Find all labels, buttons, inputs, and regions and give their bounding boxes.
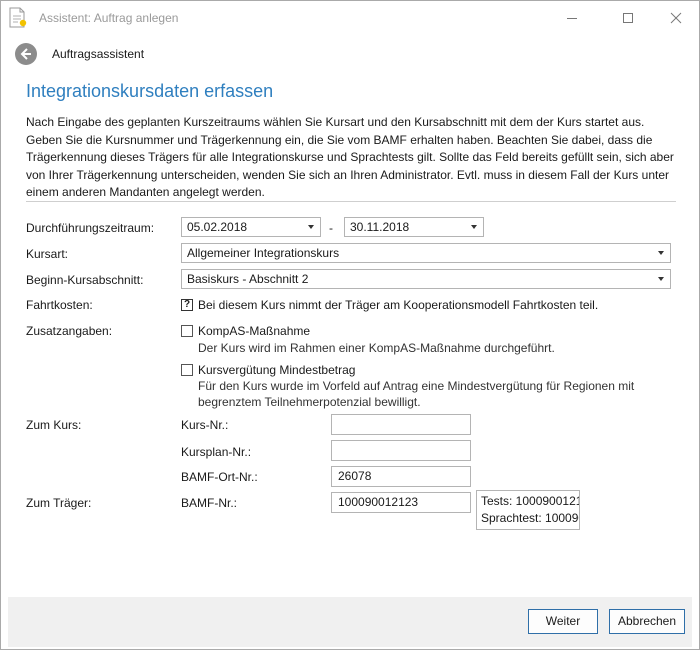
start-section-select[interactable]: Basiskurs - Abschnitt 2 bbox=[181, 269, 671, 289]
help-icon[interactable]: ? bbox=[181, 299, 193, 311]
language-test-id-text: Sprachtest: 100090012123 bbox=[481, 511, 579, 525]
period-to-value: 30.11.2018 bbox=[350, 220, 410, 234]
separator bbox=[26, 201, 676, 202]
bamf-no-label: BAMF-Nr.: bbox=[181, 496, 237, 510]
period-from-date-picker[interactable]: 05.02.2018 bbox=[181, 217, 321, 237]
title-bar: Assistent: Auftrag anlegen bbox=[1, 1, 699, 35]
chevron-down-icon bbox=[658, 251, 664, 255]
back-arrow-icon[interactable] bbox=[14, 42, 38, 66]
min-pay-description: Für den Kurs wurde im Vorfeld auf Antrag… bbox=[198, 379, 635, 409]
chevron-down-icon bbox=[471, 225, 477, 229]
period-to-date-picker[interactable]: 30.11.2018 bbox=[344, 217, 484, 237]
intro-text: Nach Eingabe des geplanten Kurszeitraums… bbox=[26, 115, 674, 199]
course-section-label: Zum Kurs: bbox=[26, 418, 82, 432]
start-section-label: Beginn-Kursabschnitt: bbox=[26, 273, 144, 287]
bamf-location-input[interactable]: 26078 bbox=[331, 466, 471, 487]
course-no-label: Kurs-Nr.: bbox=[181, 418, 229, 432]
min-pay-title: Kursvergütung Mindestbetrag bbox=[198, 363, 356, 377]
provider-section-label: Zum Träger: bbox=[26, 496, 92, 510]
period-label: Durchführungszeitraum: bbox=[26, 221, 155, 235]
next-button[interactable]: Weiter bbox=[528, 609, 598, 634]
provider-id-info-box: Tests: 100090012123 Sprachtest: 10009001… bbox=[476, 490, 580, 530]
bamf-location-label: BAMF-Ort-Nr.: bbox=[181, 470, 258, 484]
wizard-window: Assistent: Auftrag anlegen Auftragsassis… bbox=[0, 0, 700, 650]
kompas-checkbox[interactable] bbox=[181, 325, 193, 337]
maximize-icon[interactable] bbox=[605, 1, 651, 35]
travel-costs-text: Bei diesem Kurs nimmt der Träger am Koop… bbox=[198, 298, 599, 312]
close-icon[interactable] bbox=[653, 1, 699, 35]
start-section-value: Basiskurs - Abschnitt 2 bbox=[187, 272, 309, 286]
period-from-value: 05.02.2018 bbox=[187, 220, 248, 234]
chevron-down-icon bbox=[308, 225, 314, 229]
kompas-title: KompAS-Maßnahme bbox=[198, 324, 311, 338]
plan-no-label: Kursplan-Nr.: bbox=[181, 445, 252, 459]
course-type-select[interactable]: Allgemeiner Integrationskurs bbox=[181, 243, 671, 263]
app-document-icon bbox=[8, 7, 28, 29]
min-pay-checkbox[interactable] bbox=[181, 364, 193, 376]
page-title: Integrationskursdaten erfassen bbox=[26, 81, 274, 101]
nav-title: Auftragsassistent bbox=[52, 47, 145, 61]
minimize-icon[interactable] bbox=[549, 1, 595, 35]
period-separator: - bbox=[329, 221, 333, 235]
tests-id-text: Tests: 100090012123 bbox=[481, 494, 579, 508]
course-type-label: Kursart: bbox=[26, 247, 69, 261]
travel-costs-label: Fahrtkosten: bbox=[26, 298, 93, 312]
window-title: Assistent: Auftrag anlegen bbox=[39, 11, 179, 25]
chevron-down-icon bbox=[658, 277, 664, 281]
extras-label: Zusatzangaben: bbox=[26, 324, 113, 338]
plan-no-input[interactable] bbox=[331, 440, 471, 461]
course-type-value: Allgemeiner Integrationskurs bbox=[187, 246, 340, 260]
course-no-input[interactable] bbox=[331, 414, 471, 435]
cancel-button[interactable]: Abbrechen bbox=[609, 609, 685, 634]
bamf-no-input[interactable]: 100090012123 bbox=[331, 492, 471, 513]
kompas-description: Der Kurs wird im Rahmen einer KompAS-Maß… bbox=[198, 341, 555, 355]
